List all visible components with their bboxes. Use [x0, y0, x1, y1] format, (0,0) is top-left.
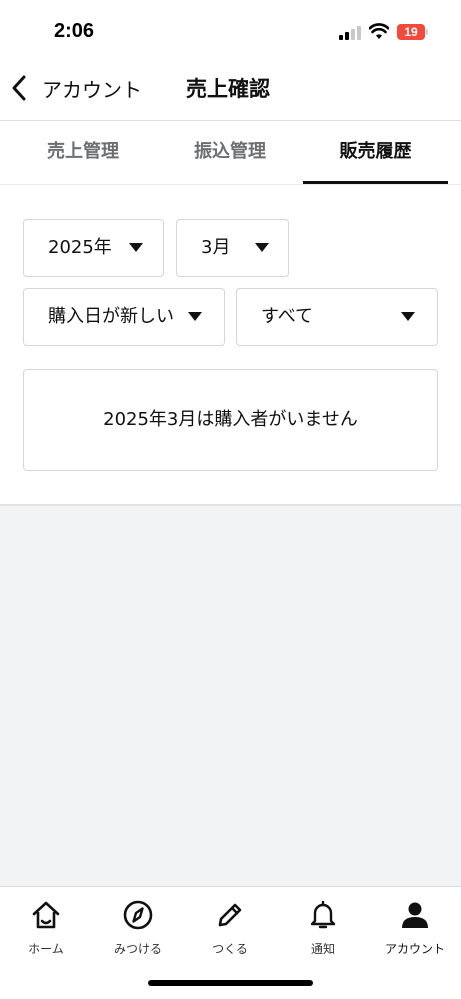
- back-button[interactable]: アカウント: [8, 70, 142, 106]
- person-icon: [402, 902, 428, 928]
- back-label: アカウント: [42, 77, 142, 102]
- empty-state-card: 2025年3月は購入者がいません: [23, 369, 438, 471]
- sort-value: 購入日が新しい: [48, 306, 174, 327]
- wifi-icon: [369, 23, 389, 39]
- nav-label: ホーム: [28, 942, 64, 956]
- nav-label: 通知: [310, 942, 335, 956]
- month-value: 3月: [201, 237, 231, 258]
- caret-down-icon: [401, 312, 415, 321]
- compass-icon: [123, 900, 153, 930]
- chevron-left-icon: [12, 75, 26, 101]
- tab-sales-management[interactable]: 売上管理: [10, 121, 156, 185]
- battery-level: 19: [404, 25, 418, 39]
- category-dropdown[interactable]: すべて: [236, 288, 438, 346]
- category-value: すべて: [261, 306, 314, 327]
- nav-label: つくる: [212, 942, 248, 956]
- bell-icon: [310, 900, 336, 929]
- tabs-divider: [0, 184, 461, 185]
- page-title: 売上確認: [186, 77, 270, 101]
- pencil-icon: [218, 903, 242, 927]
- tab-sales-history[interactable]: 販売履歴: [303, 121, 448, 185]
- year-value: 2025年: [48, 237, 112, 258]
- home-indicator: [148, 980, 313, 986]
- nav-notifications[interactable]: 通知: [277, 887, 369, 967]
- nav-create[interactable]: つくる: [184, 887, 276, 967]
- year-dropdown[interactable]: 2025年: [23, 219, 164, 277]
- empty-state-message: 2025年3月は購入者がいません: [103, 409, 358, 430]
- tab-bar: 売上管理 振込管理 販売履歴: [0, 121, 461, 185]
- caret-down-icon: [188, 312, 202, 321]
- nav-home[interactable]: ホーム: [0, 887, 92, 967]
- nav-label: アカウント: [384, 942, 445, 956]
- nav-discover[interactable]: みつける: [92, 887, 184, 967]
- tab-transfer-management[interactable]: 振込管理: [157, 121, 303, 185]
- signal-icon: [339, 26, 361, 40]
- nav-account[interactable]: アカウント: [369, 887, 461, 967]
- status-time: 2:06: [54, 20, 95, 42]
- status-bar: 2:06 19: [0, 0, 461, 62]
- battery-icon: 19: [397, 24, 429, 40]
- caret-down-icon: [129, 243, 143, 252]
- home-icon: [32, 901, 60, 929]
- caret-down-icon: [255, 243, 269, 252]
- month-dropdown[interactable]: 3月: [176, 219, 289, 277]
- nav-label: みつける: [113, 942, 162, 956]
- sort-dropdown[interactable]: 購入日が新しい: [23, 288, 225, 346]
